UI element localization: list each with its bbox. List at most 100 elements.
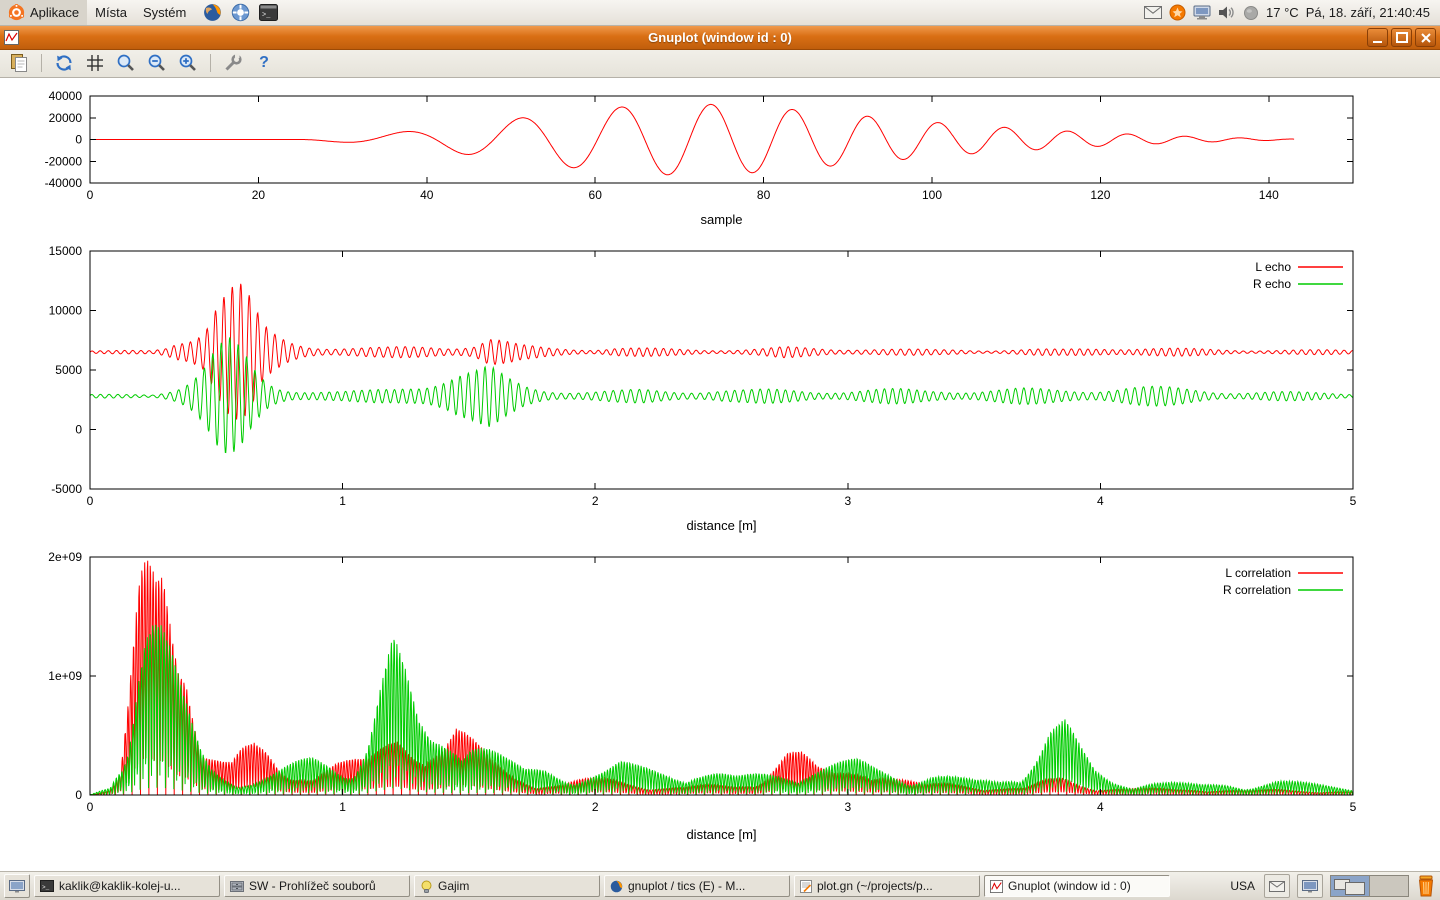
workspace-1[interactable]: [1331, 876, 1369, 896]
keyboard-layout-indicator[interactable]: USA: [1228, 879, 1257, 893]
show-desktop-button[interactable]: [4, 874, 30, 898]
taskbar-item-label: Gajim: [438, 879, 469, 893]
firefox-icon: [203, 3, 222, 22]
trash-applet[interactable]: [1416, 875, 1436, 897]
zoom-icon: [116, 53, 136, 73]
wrench-icon: [223, 53, 243, 73]
close-button[interactable]: [1415, 28, 1436, 47]
svg-text:20000: 20000: [49, 111, 83, 125]
zoom-region-button[interactable]: [114, 51, 138, 75]
gnuplot-canvas: 020406080100120140-40000-200000200004000…: [0, 79, 1440, 871]
svg-text:40000: 40000: [49, 89, 83, 103]
zoom-next-button[interactable]: [176, 51, 200, 75]
taskbar-item-label: SW - Prohlížeč souborů: [249, 879, 376, 893]
svg-text:100: 100: [922, 188, 942, 202]
remote-display-icon[interactable]: [1193, 5, 1211, 20]
copy-icon: [9, 53, 29, 73]
minimize-button[interactable]: [1367, 28, 1388, 47]
firefox-launcher[interactable]: [200, 1, 224, 25]
waveform-chart: 020406080100120140-40000-200000200004000…: [0, 88, 1440, 240]
screen-icon: [1302, 880, 1318, 893]
svg-text:20: 20: [252, 188, 266, 202]
svg-text:L echo: L echo: [1255, 260, 1291, 274]
text-editor-icon: [800, 880, 812, 893]
svg-text:140: 140: [1259, 188, 1279, 202]
correlation-chart: 01234501e+092e+09distance [m]L correlati…: [0, 549, 1440, 849]
svg-text:1: 1: [339, 800, 346, 814]
svg-text:80: 80: [757, 188, 771, 202]
distributor-logo-icon: [8, 4, 25, 21]
menu-applications-label: Aplikace: [30, 5, 79, 20]
taskbar-item-gnuplot[interactable]: Gnuplot (window id : 0): [984, 875, 1170, 897]
zoom-previous-icon: [147, 53, 167, 73]
taskbar-item-gajim[interactable]: Gajim: [414, 875, 600, 897]
svg-text:distance [m]: distance [m]: [686, 518, 756, 533]
help-question-icon: ?: [259, 55, 269, 71]
panel-tray: 17 °C Pá, 18. září, 21:40:45: [1144, 4, 1440, 21]
taskbar-item-label: plot.gn (~/projects/p...: [817, 879, 933, 893]
svg-text:0: 0: [75, 423, 82, 437]
svg-text:-40000: -40000: [45, 176, 83, 190]
weather-icon[interactable]: [1243, 5, 1259, 21]
zoom-previous-button[interactable]: [145, 51, 169, 75]
svg-text:4: 4: [1097, 800, 1104, 814]
copy-to-clipboard-button[interactable]: [7, 51, 31, 75]
svg-text:5: 5: [1350, 800, 1357, 814]
svg-text:sample: sample: [701, 212, 743, 227]
svg-text:0: 0: [87, 800, 94, 814]
svg-text:5: 5: [1350, 494, 1357, 508]
taskbar-item-file-manager[interactable]: SW - Prohlížeč souborů: [224, 875, 410, 897]
toolbar-separator: [41, 54, 42, 72]
taskbar-item-firefox[interactable]: gnuplot / tics (E) - M...: [604, 875, 790, 897]
workspace-2[interactable]: [1369, 876, 1408, 896]
temperature-label[interactable]: 17 °C: [1266, 5, 1299, 20]
maximize-button[interactable]: [1391, 28, 1412, 47]
toggle-grid-button[interactable]: [83, 51, 107, 75]
menu-places-label: Místa: [95, 5, 127, 20]
svg-text:3: 3: [844, 800, 851, 814]
menu-applications[interactable]: Aplikace: [0, 0, 87, 25]
window-titlebar[interactable]: Gnuplot (window id : 0): [0, 25, 1440, 50]
help-launcher[interactable]: [228, 1, 252, 25]
workspace-switcher[interactable]: [1330, 875, 1409, 897]
gnuplot-toolbar: ?: [0, 48, 1440, 78]
mail-applet[interactable]: [1264, 874, 1290, 898]
echo-chart: 012345-5000050001000015000distance [m]L …: [0, 243, 1440, 543]
configure-button[interactable]: [221, 51, 245, 75]
minimize-icon: [1373, 33, 1382, 43]
file-manager-icon: [230, 880, 244, 892]
terminal-launcher[interactable]: >_: [256, 1, 280, 25]
update-notifier-icon[interactable]: [1169, 4, 1186, 21]
svg-text:60: 60: [589, 188, 603, 202]
taskbar-right-applets: USA: [1228, 874, 1436, 898]
svg-text:-20000: -20000: [45, 154, 83, 168]
svg-text:-5000: -5000: [51, 482, 82, 496]
mail-icon: [1269, 881, 1285, 892]
menu-system[interactable]: Systém: [135, 0, 194, 25]
svg-text:1e+09: 1e+09: [48, 669, 82, 683]
menu-places[interactable]: Místa: [87, 0, 135, 25]
svg-text:L correlation: L correlation: [1225, 566, 1291, 580]
menu-system-label: Systém: [143, 5, 186, 20]
gnuplot-window-icon: [4, 30, 19, 45]
help-button[interactable]: ?: [252, 51, 276, 75]
taskbar-item-editor[interactable]: plot.gn (~/projects/p...: [794, 875, 980, 897]
clock[interactable]: Pá, 18. září, 21:40:45: [1306, 5, 1430, 20]
replot-icon: [54, 53, 74, 73]
trash-icon: [1416, 875, 1436, 897]
screen-applet[interactable]: [1297, 874, 1323, 898]
volume-icon[interactable]: [1218, 5, 1236, 20]
maximize-icon: [1396, 32, 1408, 43]
mini-window: [1345, 882, 1365, 895]
svg-text:15000: 15000: [49, 244, 83, 258]
svg-text:3: 3: [844, 494, 851, 508]
mail-notification-icon[interactable]: [1144, 6, 1162, 19]
window-controls: [1367, 28, 1440, 47]
svg-text:1: 1: [339, 494, 346, 508]
replot-button[interactable]: [52, 51, 76, 75]
taskbar-item-terminal[interactable]: >_ kaklik@kaklik-kolej-u...: [34, 875, 220, 897]
svg-text:120: 120: [1090, 188, 1110, 202]
help-icon: [231, 3, 250, 22]
zoom-next-icon: [178, 53, 198, 73]
top-panel: Aplikace Místa Systém >_: [0, 0, 1440, 26]
